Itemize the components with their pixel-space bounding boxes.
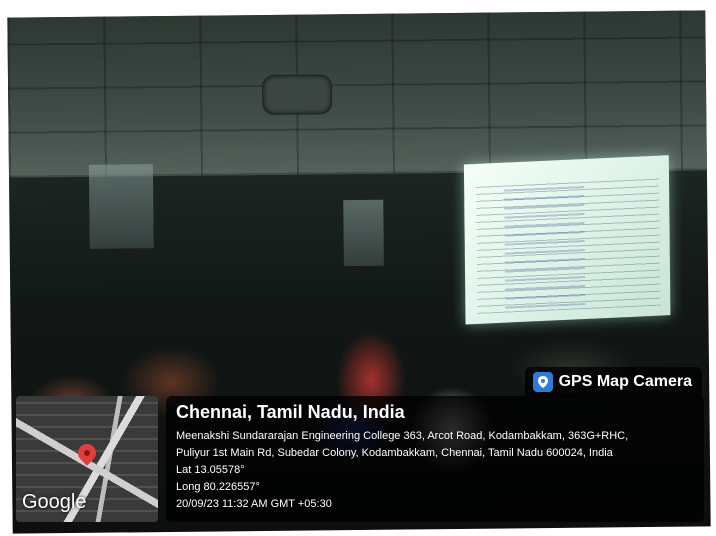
location-info: Chennai, Tamil Nadu, India Meenakshi Sun…	[166, 396, 704, 522]
address-line-1: Meenakshi Sundararajan Engineering Colle…	[176, 430, 629, 442]
longitude: Long 80.226557°	[176, 481, 260, 493]
window	[343, 199, 384, 267]
timestamp: 20/09/23 11:32 AM GMT +05:30	[176, 498, 332, 510]
latitude: Lat 13.05578°	[176, 464, 245, 476]
gps-app-badge: GPS Map Camera	[524, 367, 702, 397]
gps-camera-icon	[532, 372, 553, 392]
app-name: GPS Map Camera	[558, 373, 692, 390]
location-pin-icon	[74, 440, 100, 466]
map-thumbnail: Google	[16, 396, 158, 522]
location-overlay: Google Chennai, Tamil Nadu, India Meenak…	[16, 396, 704, 522]
window	[88, 164, 154, 249]
city-name: Chennai, Tamil Nadu, India	[176, 402, 405, 422]
projector	[261, 74, 333, 116]
ceiling	[7, 10, 707, 178]
address-line-2: Puliyur 1st Main Rd, Subedar Colony, Kod…	[176, 447, 613, 459]
map-brand: Google	[22, 491, 87, 513]
